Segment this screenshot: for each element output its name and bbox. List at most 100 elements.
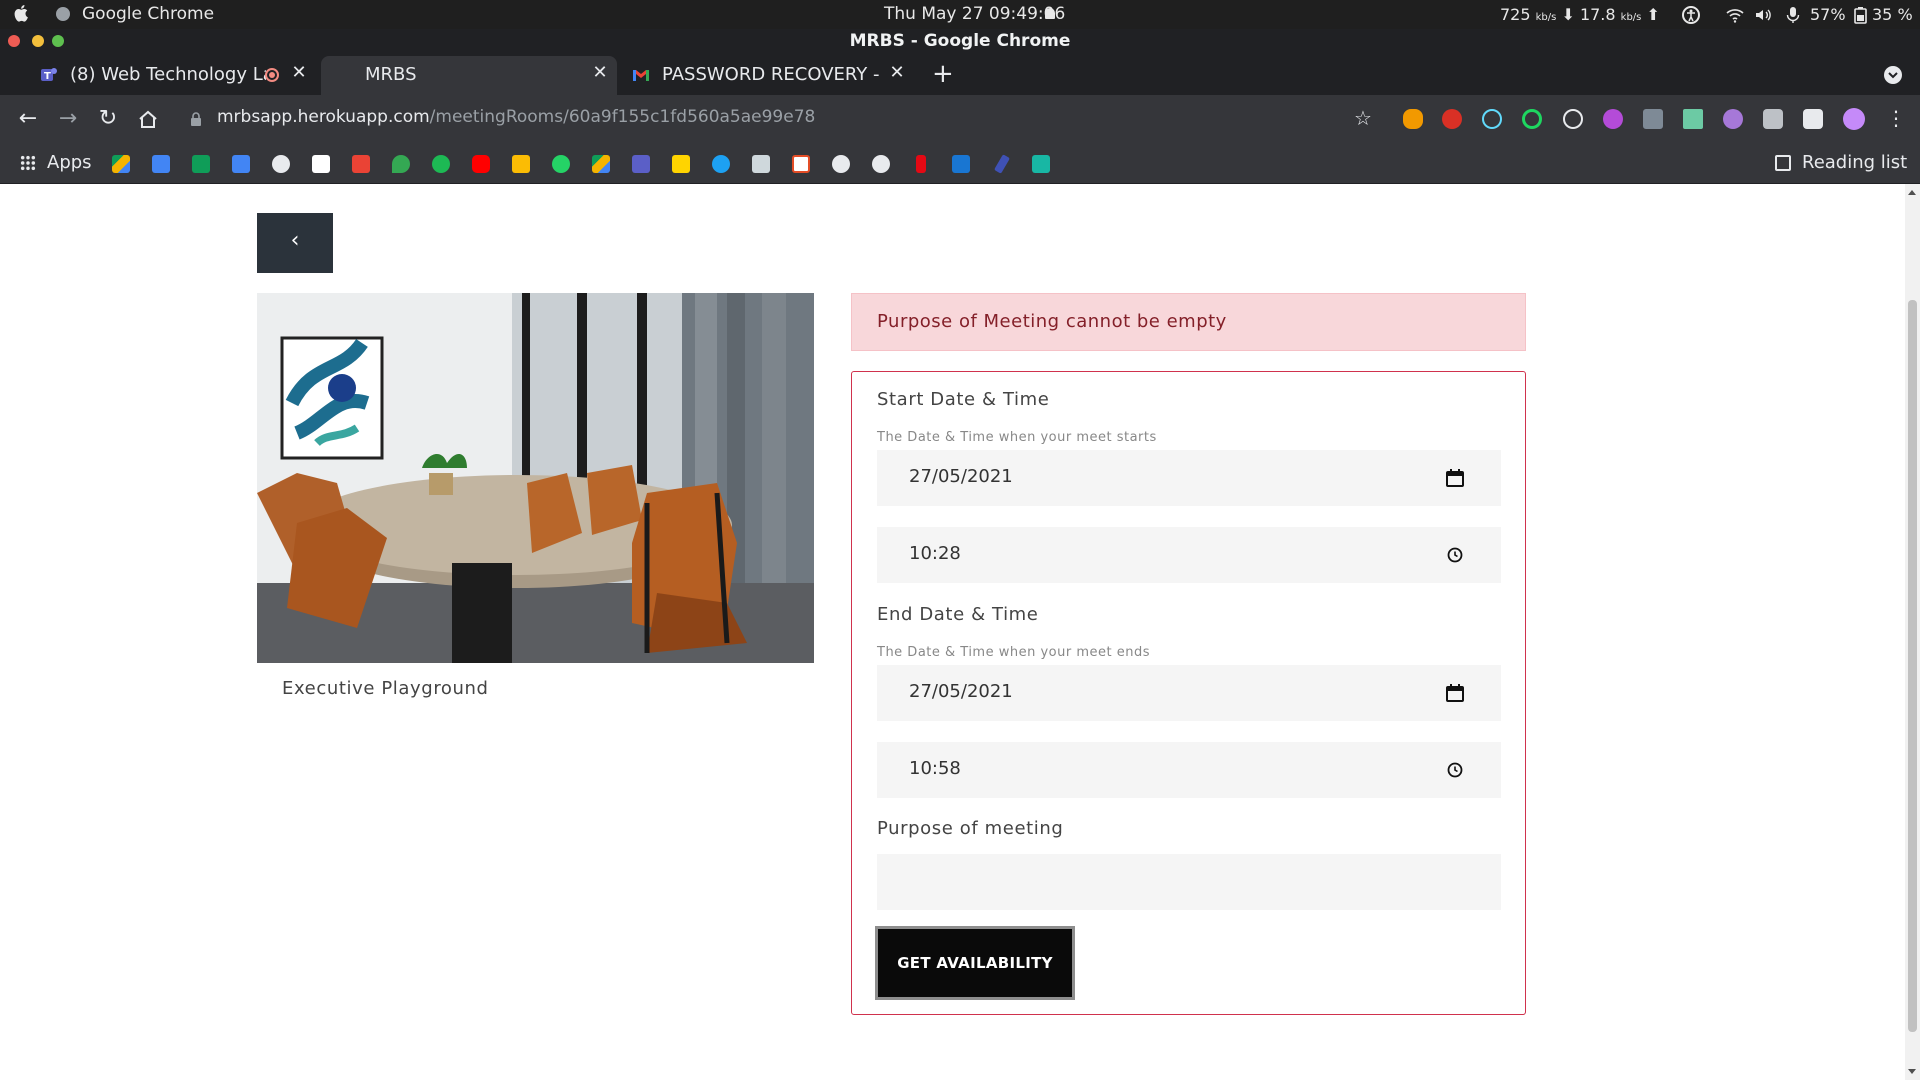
start-datetime-label: Start Date & Time [877, 389, 1050, 410]
google-docs-bookmark-icon-2[interactable] [232, 155, 250, 173]
netflix-bookmark-icon[interactable] [916, 155, 926, 173]
clock-icon[interactable] [1445, 545, 1465, 565]
purpose-input[interactable] [877, 854, 1501, 910]
html-bookmark-icon[interactable] [792, 155, 810, 173]
battery-percent[interactable]: 57% [1810, 5, 1846, 24]
tab-search-icon[interactable] [1884, 66, 1902, 84]
address-bar[interactable]: mrbsapp.herokuapp.com/meetingRooms/60a9f… [217, 107, 815, 127]
whatsapp-bookmark-icon[interactable] [552, 155, 570, 173]
network-speed: 725 kb/s ⬇ 17.8 kb/s ⬆ [1500, 5, 1660, 24]
back-arrow-icon[interactable]: ← [16, 107, 40, 131]
google-drive-bookmark-icon[interactable] [112, 155, 130, 173]
lightbulb-extension-icon[interactable] [1563, 109, 1583, 129]
extension-icon-chart[interactable] [1683, 109, 1703, 129]
globe-bookmark-icon-2[interactable] [832, 155, 850, 173]
extension-icon-tools[interactable] [1643, 109, 1663, 129]
tab-close-icon[interactable]: ✕ [591, 64, 609, 82]
envelope-bookmark-icon[interactable] [752, 155, 770, 173]
extension-icon-purple[interactable] [1603, 109, 1623, 129]
system-clock[interactable]: Thu May 27 09:49:06 [884, 4, 1065, 24]
accessibility-icon[interactable] [1682, 6, 1700, 24]
clock-icon[interactable] [1445, 760, 1465, 780]
reload-icon[interactable]: ↻ [96, 107, 120, 131]
start-date-input[interactable]: 27/05/2021 [877, 450, 1501, 506]
tab-label: (8) Web Technology La [70, 64, 266, 85]
youtube-bookmark-icon[interactable] [472, 155, 490, 173]
microphone-icon[interactable] [1784, 6, 1802, 24]
end-datetime-hint: The Date & Time when your meet ends [877, 645, 1150, 660]
back-button[interactable]: ‹ [257, 213, 333, 273]
globe-bookmark-icon-3[interactable] [872, 155, 890, 173]
tab-mrbs[interactable]: MRBS ✕ [321, 56, 617, 95]
os-top-bar: Google Chrome Thu May 27 09:49:06 725 kb… [0, 0, 1920, 29]
home-icon[interactable] [136, 107, 160, 131]
bookmark-star-icon[interactable]: ☆ [1352, 107, 1374, 129]
teams-favicon-icon: T [41, 68, 57, 82]
calendar-icon[interactable] [1445, 683, 1465, 703]
device-battery-percent[interactable]: 35 % [1872, 5, 1913, 24]
end-datetime-label: End Date & Time [877, 604, 1039, 625]
tab-close-icon[interactable]: ✕ [290, 64, 308, 82]
net-up-unit: kb/s [1620, 12, 1642, 23]
profile-avatar[interactable] [1843, 108, 1865, 130]
extension-icon-green[interactable] [1522, 109, 1542, 129]
apps-grid-icon[interactable] [20, 155, 36, 171]
extension-icon-eyes[interactable] [1723, 109, 1743, 129]
room-photo [257, 293, 814, 663]
blog-bookmark-icon[interactable] [952, 155, 970, 173]
gmail-bookmark-icon[interactable] [352, 155, 370, 173]
tab-close-icon[interactable]: ✕ [888, 64, 906, 82]
room-name: Executive Playground [282, 678, 489, 699]
lock-icon[interactable] [190, 112, 202, 126]
error-alert: Purpose of Meeting cannot be empty [851, 293, 1526, 351]
pen-bookmark-icon[interactable] [994, 154, 1010, 174]
active-app-name[interactable]: Google Chrome [82, 4, 214, 24]
tab-password-recovery[interactable]: PASSWORD RECOVERY - s ✕ [620, 56, 910, 95]
start-time-input[interactable]: 10:28 [877, 527, 1501, 583]
google-maps-bookmark-icon[interactable] [392, 155, 410, 173]
bookmarks-bar: Apps Reading list [0, 143, 1920, 184]
page-scrollbar[interactable] [1905, 184, 1920, 1080]
net-down-unit: kb/s [1535, 12, 1557, 23]
spotify-bookmark-icon[interactable] [432, 155, 450, 173]
reading-list-button[interactable]: Reading list [1802, 152, 1907, 173]
forward-arrow-icon[interactable]: → [56, 107, 80, 131]
end-time-input[interactable]: 10:58 [877, 742, 1501, 798]
teams-bookmark-icon[interactable] [632, 155, 650, 173]
extensions-puzzle-icon[interactable] [1803, 109, 1823, 129]
new-tab-plus-icon[interactable]: + [932, 61, 954, 87]
blank-bookmark-icon[interactable] [312, 155, 330, 173]
window-title: MRBS - Google Chrome [849, 31, 1071, 51]
screenshot-camera-icon[interactable] [1763, 109, 1783, 129]
apps-bookmark[interactable]: Apps [47, 152, 92, 173]
end-date-input[interactable]: 27/05/2021 [877, 665, 1501, 721]
chrome-menu-icon[interactable]: ⋮ [1886, 107, 1906, 129]
reading-list-icon[interactable] [1775, 155, 1791, 171]
react-devtools-icon[interactable] [1482, 109, 1502, 129]
calendar-icon[interactable] [1445, 468, 1465, 488]
scrollbar-thumb[interactable] [1908, 300, 1917, 1032]
tab-web-technology[interactable]: T (8) Web Technology La ✕ [28, 56, 318, 95]
miro-bookmark-icon[interactable] [672, 155, 690, 173]
battery-icon[interactable] [1852, 6, 1870, 24]
notification-bell-icon [1045, 8, 1055, 19]
google-docs-bookmark-icon[interactable] [152, 155, 170, 173]
wifi-icon[interactable] [1726, 6, 1744, 24]
end-time-value: 10:58 [909, 758, 961, 779]
r-bookmark-icon[interactable] [1032, 155, 1050, 173]
extension-icon-shield[interactable] [1442, 109, 1462, 129]
recording-indicator-icon [265, 68, 279, 82]
globe-bookmark-icon[interactable] [272, 155, 290, 173]
get-availability-button[interactable]: GET AVAILABILITY [875, 926, 1075, 1000]
google-keep-bookmark-icon[interactable] [512, 155, 530, 173]
apple-icon[interactable] [14, 4, 28, 22]
extension-icon-orange[interactable] [1403, 109, 1423, 129]
google-sheets-bookmark-icon[interactable] [192, 155, 210, 173]
google-drive-bookmark-icon-2[interactable] [592, 155, 610, 173]
browser-toolbar: ← → ↻ mrbsapp.herokuapp.com/meetingRooms… [0, 95, 1920, 143]
volume-icon[interactable] [1754, 6, 1772, 24]
gmail-favicon-icon [633, 70, 649, 81]
scroll-down-arrow-icon[interactable] [1908, 1069, 1916, 1074]
twitter-bookmark-icon[interactable] [712, 155, 730, 173]
scroll-up-arrow-icon[interactable] [1908, 190, 1916, 195]
